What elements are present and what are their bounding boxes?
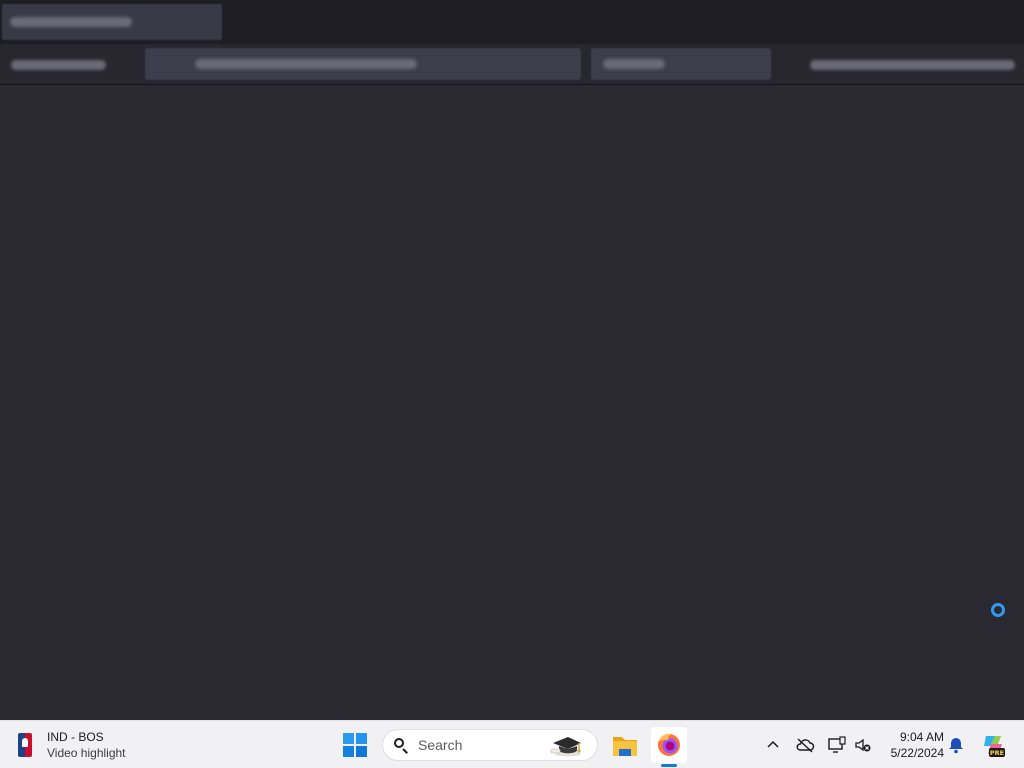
browser-tab-blurred[interactable] xyxy=(2,4,222,40)
loading-spinner-icon xyxy=(991,603,1005,617)
search-field-text-blurred xyxy=(603,59,665,69)
chevron-up-icon[interactable] xyxy=(763,735,783,755)
search-placeholder: Search xyxy=(418,737,463,753)
address-bar-blurred[interactable] xyxy=(145,48,581,80)
active-app-indicator xyxy=(661,764,677,767)
toolbar-right-blurred[interactable] xyxy=(810,60,1015,70)
search-field-blurred[interactable] xyxy=(591,48,771,80)
desktop-screen: IND - BOS Video highlight Search 9:04 AM… xyxy=(0,0,1024,768)
address-text-blurred xyxy=(195,59,417,69)
toolbar-item-blurred[interactable] xyxy=(11,60,106,70)
firefox-icon xyxy=(658,733,680,756)
cloud-off-icon[interactable] xyxy=(795,735,815,755)
nba-logo-icon xyxy=(18,733,32,757)
clock-date: 5/22/2024 xyxy=(890,746,944,760)
firefox-button[interactable] xyxy=(651,727,687,763)
network-icon[interactable] xyxy=(827,735,847,755)
taskbar-search-box[interactable]: Search xyxy=(382,729,598,761)
volume-muted-icon[interactable] xyxy=(853,735,873,755)
browser-titlebar xyxy=(0,0,1024,44)
browser-toolbar xyxy=(0,44,1024,85)
file-explorer-button[interactable] xyxy=(607,727,643,763)
bell-icon[interactable] xyxy=(946,735,966,755)
system-clock[interactable]: 9:04 AM 5/22/2024 xyxy=(880,729,944,761)
folder-icon xyxy=(613,737,637,756)
start-button[interactable] xyxy=(343,733,367,757)
windows-logo-icon xyxy=(343,733,354,744)
widget-subtitle: Video highlight xyxy=(47,746,126,760)
svg-text:PRE: PRE xyxy=(990,749,1004,757)
widget-title: IND - BOS xyxy=(47,730,104,744)
taskbar: IND - BOS Video highlight Search 9:04 AM… xyxy=(0,720,1024,768)
page-content-area xyxy=(0,85,1024,720)
news-widget[interactable]: IND - BOS Video highlight xyxy=(18,727,126,763)
search-icon xyxy=(394,738,408,752)
graduation-cap-icon xyxy=(550,737,581,757)
clock-time: 9:04 AM xyxy=(899,730,944,744)
tab-title-blurred xyxy=(10,17,132,27)
copilot-icon[interactable]: PRE xyxy=(980,732,1006,758)
